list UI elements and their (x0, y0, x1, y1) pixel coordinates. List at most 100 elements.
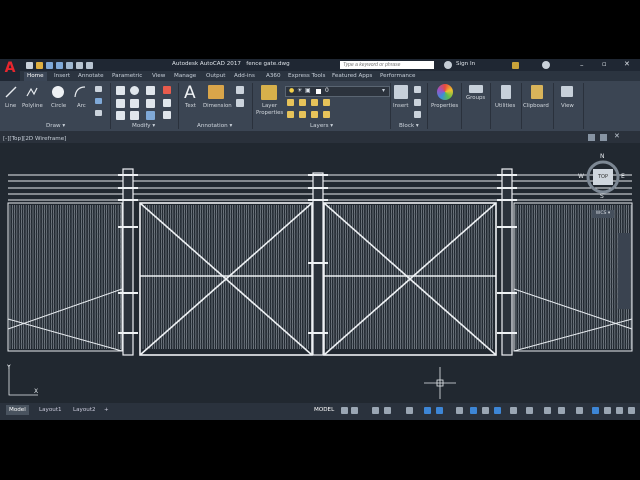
tab-model[interactable]: Model (6, 405, 29, 415)
groups-icon[interactable] (469, 85, 483, 93)
polyline-tool-label[interactable]: Polyline (22, 103, 43, 109)
add-layout-button[interactable]: + (101, 405, 112, 415)
utilities-tool-label[interactable]: Utilities (495, 103, 515, 109)
offset-icon[interactable] (163, 111, 171, 119)
rectangle-icon[interactable] (95, 86, 102, 92)
isolate-objects-icon[interactable] (592, 407, 599, 414)
lineweight-icon[interactable] (456, 407, 463, 414)
line-tool-label[interactable]: Line (5, 103, 16, 109)
tab-insert[interactable]: Insert (54, 72, 70, 81)
hardware-acceleration-icon[interactable] (604, 407, 611, 414)
application-menu-button[interactable]: A (0, 59, 20, 81)
create-block-icon[interactable] (414, 86, 421, 93)
text-tool-label[interactable]: Text (185, 103, 196, 109)
workspace-icon[interactable] (526, 407, 533, 414)
fillet-icon[interactable] (146, 99, 155, 108)
units-icon[interactable] (558, 407, 565, 414)
tab-output[interactable]: Output (206, 72, 225, 81)
annotation-monitor-icon[interactable] (494, 407, 501, 414)
layer-dropdown[interactable]: ● ☀ ▣ 0 ▾ (285, 86, 390, 97)
arc-tool-label[interactable]: Arc (77, 103, 86, 109)
edit-block-icon[interactable] (414, 99, 421, 106)
close-icon[interactable]: ✕ (624, 60, 630, 68)
circle-icon[interactable] (51, 85, 65, 99)
tab-featured-apps[interactable]: Featured Apps (332, 72, 372, 81)
isodraft-icon[interactable] (406, 407, 413, 414)
layer-tool-icon[interactable] (323, 111, 330, 118)
open-icon[interactable] (36, 62, 43, 69)
annotation-visibility-icon[interactable] (544, 407, 551, 414)
table-icon[interactable] (236, 99, 244, 107)
layer-tool-icon[interactable] (323, 99, 330, 106)
view-tool-label[interactable]: View (561, 103, 574, 109)
edit-attributes-icon[interactable] (414, 111, 421, 118)
explode-icon[interactable] (163, 99, 171, 107)
scale-icon[interactable] (130, 111, 139, 120)
insert-block-icon[interactable] (394, 85, 408, 99)
tab-manage[interactable]: Manage (174, 72, 196, 81)
dimension-icon[interactable] (208, 85, 224, 99)
sign-in-button[interactable]: Sign In (456, 61, 475, 67)
plot-icon[interactable] (66, 62, 73, 69)
insert-tool-label[interactable]: Insert (393, 103, 408, 109)
properties-tool-label[interactable]: Properties (431, 103, 458, 109)
annotation-panel-title[interactable]: Annotation ▾ (197, 122, 232, 131)
layers-panel-title[interactable]: Layers ▾ (310, 122, 333, 131)
object-snap-tracking-icon[interactable] (436, 407, 443, 414)
save-as-icon[interactable] (56, 62, 63, 69)
viewcube[interactable]: TOP N S W E (578, 153, 625, 200)
drawing-canvas[interactable]: Y X TOP N S W E WCS ▾ (0, 143, 640, 403)
stretch-icon[interactable] (116, 111, 125, 120)
view-icon[interactable] (561, 86, 573, 97)
polyline-icon[interactable] (26, 86, 38, 98)
tab-express-tools[interactable]: Express Tools (288, 72, 325, 81)
viewcube-north[interactable]: N (600, 153, 605, 160)
clipboard-tool-label[interactable]: Clipboard (523, 103, 549, 109)
viewcube-top-face[interactable]: TOP (593, 169, 613, 185)
tab-home[interactable]: Home (24, 72, 47, 81)
properties-icon[interactable] (437, 84, 453, 100)
navigation-bar[interactable] (618, 233, 630, 309)
restore-icon[interactable]: ▫ (602, 60, 607, 68)
block-panel-title[interactable]: Block ▾ (399, 122, 419, 131)
model-space-toggle[interactable]: MODEL (314, 407, 334, 413)
customization-menu-icon[interactable] (628, 407, 635, 414)
tab-layout2[interactable]: Layout2 (70, 405, 99, 415)
close-drawing-icon[interactable]: ✕ (614, 132, 620, 140)
search-input[interactable] (340, 61, 434, 69)
viewcube-south[interactable]: S (600, 193, 604, 200)
layer-tool-icon[interactable] (311, 111, 318, 118)
layer-tool-label[interactable]: Layer (262, 103, 277, 109)
tab-annotate[interactable]: Annotate (78, 72, 104, 81)
transparency-icon[interactable] (470, 407, 477, 414)
new-icon[interactable] (26, 62, 33, 69)
selection-cycling-icon[interactable] (482, 407, 489, 414)
object-snap-icon[interactable] (424, 407, 431, 414)
viewport-controls-label[interactable]: [-][Top][2D Wireframe] (3, 136, 66, 142)
layer-properties-label[interactable]: Properties (256, 110, 283, 116)
redo-icon[interactable] (86, 62, 93, 69)
arc-icon[interactable] (74, 86, 86, 98)
tab-parametric[interactable]: Parametric (112, 72, 142, 81)
save-icon[interactable] (46, 62, 53, 69)
restore-drawing-icon[interactable] (588, 134, 595, 141)
hatch-icon[interactable] (95, 98, 102, 104)
ortho-icon[interactable] (372, 407, 379, 414)
circle-tool-label[interactable]: Circle (51, 103, 66, 109)
tab-performance[interactable]: Performance (380, 72, 415, 81)
tab-a360[interactable]: A360 (266, 72, 281, 81)
exchange-apps-icon[interactable] (512, 62, 519, 69)
move-icon[interactable] (116, 86, 125, 95)
wcs-menu[interactable]: WCS ▾ (592, 210, 614, 218)
line-icon[interactable] (5, 86, 17, 98)
copy-icon[interactable] (116, 99, 125, 108)
clipboard-icon[interactable] (531, 85, 543, 99)
layer-tool-icon[interactable] (299, 99, 306, 106)
layer-tool-icon[interactable] (299, 111, 306, 118)
array-icon[interactable] (146, 111, 155, 120)
layer-tool-icon[interactable] (311, 99, 318, 106)
snap-icon[interactable] (351, 407, 358, 414)
viewcube-west[interactable]: W (578, 173, 584, 180)
layer-properties-icon[interactable] (261, 85, 277, 100)
leader-icon[interactable] (236, 86, 244, 94)
